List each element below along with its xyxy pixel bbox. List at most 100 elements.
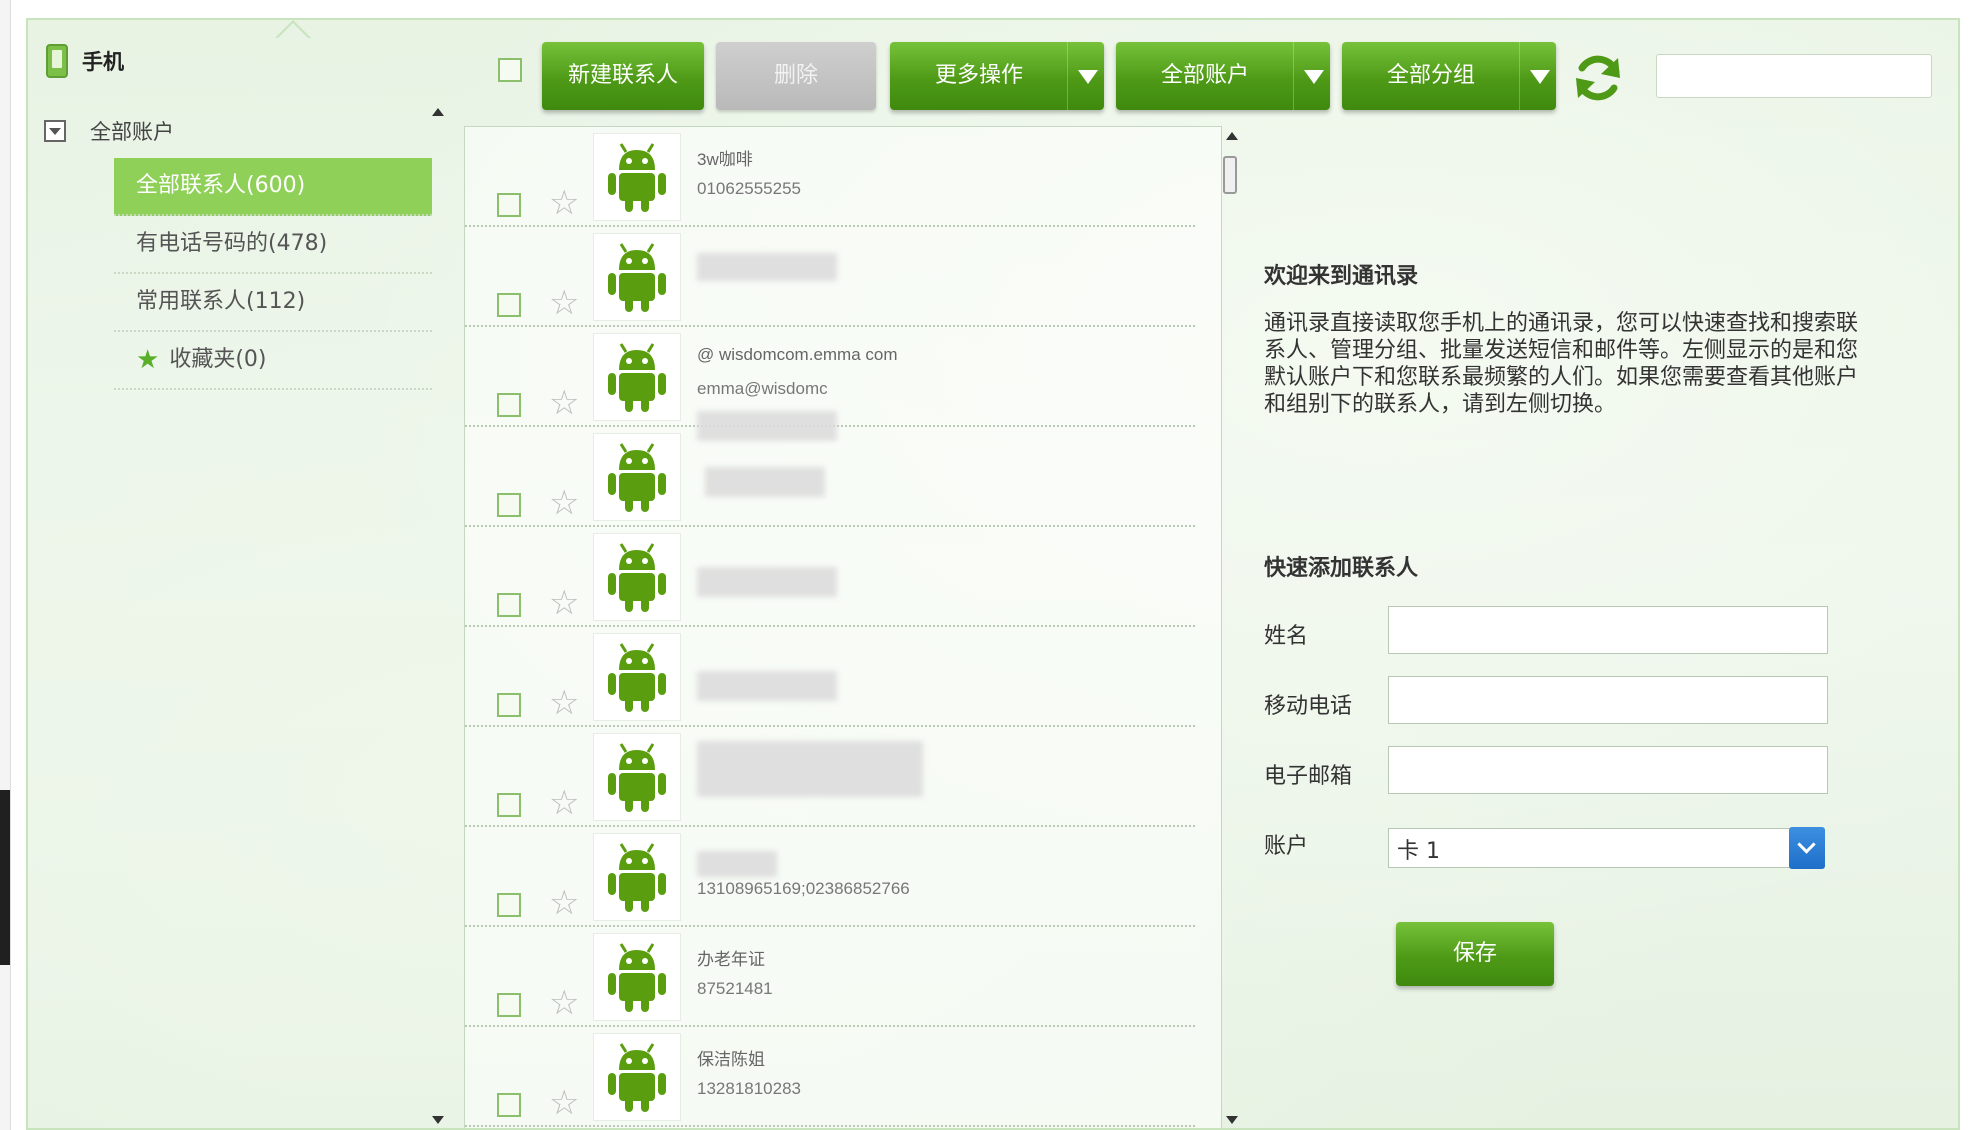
group-item-label: 收藏夹(0) [169,347,267,372]
name-field[interactable] [1388,606,1828,654]
row-checkbox[interactable] [497,893,521,917]
background-window-edge-dark [0,790,10,965]
blurred-content [697,411,837,441]
contact-phone: 13281810283 [697,1079,802,1098]
row-checkbox[interactable] [497,793,521,817]
contact-name: @ wisdomcom.emma com [697,345,898,364]
mobile-label: 移动电话 [1264,694,1353,719]
blurred-content [705,467,825,497]
all-groups-dropdown[interactable]: 全部分组 [1342,42,1556,110]
welcome-text: 通讯录直接读取您手机上的通讯录，您可以快速查找和搜索联系人、管理分组、批量发送短… [1264,311,1859,417]
scroll-up-icon[interactable] [1226,132,1238,140]
android-avatar-icon [593,933,681,1021]
star-icon[interactable]: ☆ [549,883,579,923]
contact-name: 3w咖啡 [697,150,753,169]
row-checkbox[interactable] [497,293,521,317]
contact-list: ☆ 3w咖啡 01062555255 ☆ ☆ @ wisdomcom.emma com em… [464,126,1222,1128]
group-item-with-phone[interactable]: 有电话号码的(478) [114,216,432,274]
row-checkbox[interactable] [497,493,521,517]
chevron-down-icon[interactable] [1789,827,1825,869]
star-icon: ★ [136,345,160,375]
row-checkbox[interactable] [497,1093,521,1117]
star-icon[interactable]: ☆ [549,583,579,623]
new-contact-label: 新建联系人 [567,63,678,88]
row-checkbox[interactable] [497,593,521,617]
phone-title: 手机 [82,50,124,74]
row-checkbox[interactable] [497,693,521,717]
new-contact-button[interactable]: 新建联系人 [542,42,704,110]
welcome-title: 欢迎来到通讯录 [1264,264,1419,289]
android-avatar-icon [593,533,681,621]
group-item-label: 常用联系人(112) [136,289,306,314]
group-list: 全部联系人(600) 有电话号码的(478) 常用联系人(112) ★ 收藏夹(… [114,158,432,390]
group-item-all-contacts[interactable]: 全部联系人(600) [114,158,432,216]
contact-name: 办老年证 [697,950,765,969]
all-groups-label: 全部分组 [1386,63,1475,88]
refresh-icon[interactable] [1570,50,1626,106]
scroll-down-icon[interactable] [1226,1116,1238,1124]
account-select[interactable]: 卡 1 [1388,827,1825,869]
account-select-value: 卡 1 [1397,839,1440,864]
scroll-down-icon[interactable] [432,1116,444,1124]
android-avatar-icon [593,833,681,921]
android-avatar-icon [593,133,681,221]
group-item-label: 全部联系人(600) [136,173,306,198]
scroll-up-icon[interactable] [432,108,444,116]
collapse-toggle-icon[interactable] [44,120,66,142]
blurred-content [697,567,837,597]
blurred-content [697,741,923,797]
row-checkbox[interactable] [497,393,521,417]
contact-row[interactable]: ☆ 13108965169;02386852766 [465,827,1195,927]
select-all-checkbox[interactable] [498,58,522,82]
email-label: 电子邮箱 [1264,764,1353,789]
contact-row[interactable]: ☆ 办老年证 87521481 [465,927,1195,1027]
row-checkbox[interactable] [497,993,521,1017]
android-avatar-icon [593,233,681,321]
blurred-content [697,253,837,281]
group-item-favorites[interactable]: ★ 收藏夹(0) [114,332,432,390]
delete-button[interactable]: 删除 [716,42,876,110]
star-icon[interactable]: ☆ [549,683,579,723]
save-button[interactable]: 保存 [1396,922,1554,986]
group-item-label: 有电话号码的(478) [136,231,328,256]
more-actions-button[interactable]: 更多操作 [890,42,1104,110]
email-field[interactable] [1388,746,1828,794]
android-avatar-icon [593,1033,681,1121]
mobile-field[interactable] [1388,676,1828,724]
delete-label: 删除 [773,63,818,88]
blurred-content [697,671,837,701]
star-icon[interactable]: ☆ [549,783,579,823]
sidebar-scrollbar[interactable] [426,102,450,1128]
star-icon[interactable]: ☆ [549,183,579,223]
phone-header[interactable]: 手机 [46,44,124,78]
star-icon[interactable]: ☆ [549,383,579,423]
contact-phone: 01062555255 [697,179,802,198]
dropdown-arrow-icon [1293,42,1330,110]
contact-row[interactable]: ☆ 3w咖啡 01062555255 [465,127,1195,227]
account-tree-label: 全部账户 [90,120,174,144]
contact-list-scrollbar[interactable] [1220,126,1242,1128]
group-item-frequent[interactable]: 常用联系人(112) [114,274,432,332]
contact-row[interactable]: ☆ [465,427,1195,527]
row-checkbox[interactable] [497,193,521,217]
dropdown-arrow-icon [1519,42,1556,110]
more-actions-label: 更多操作 [934,63,1023,88]
account-tree-root[interactable]: 全部账户 [44,116,174,146]
quick-add-title: 快速添加联系人 [1264,556,1419,581]
star-icon[interactable]: ☆ [549,283,579,323]
android-avatar-icon [593,633,681,721]
save-label: 保存 [1452,941,1497,966]
phone-icon [46,44,68,78]
all-accounts-dropdown[interactable]: 全部账户 [1116,42,1330,110]
star-icon[interactable]: ☆ [549,1083,579,1123]
contact-phone: 87521481 [697,979,773,998]
scroll-thumb[interactable] [1223,156,1237,194]
star-icon[interactable]: ☆ [549,483,579,523]
star-icon[interactable]: ☆ [549,983,579,1023]
search-input[interactable] [1656,54,1932,98]
contact-phone: 13108965169;02386852766 [697,879,910,898]
android-avatar-icon [593,333,681,421]
blurred-content [697,851,777,877]
contact-row[interactable]: ☆ 保洁陈姐 13281810283 [465,1027,1195,1127]
all-accounts-label: 全部账户 [1160,63,1249,88]
